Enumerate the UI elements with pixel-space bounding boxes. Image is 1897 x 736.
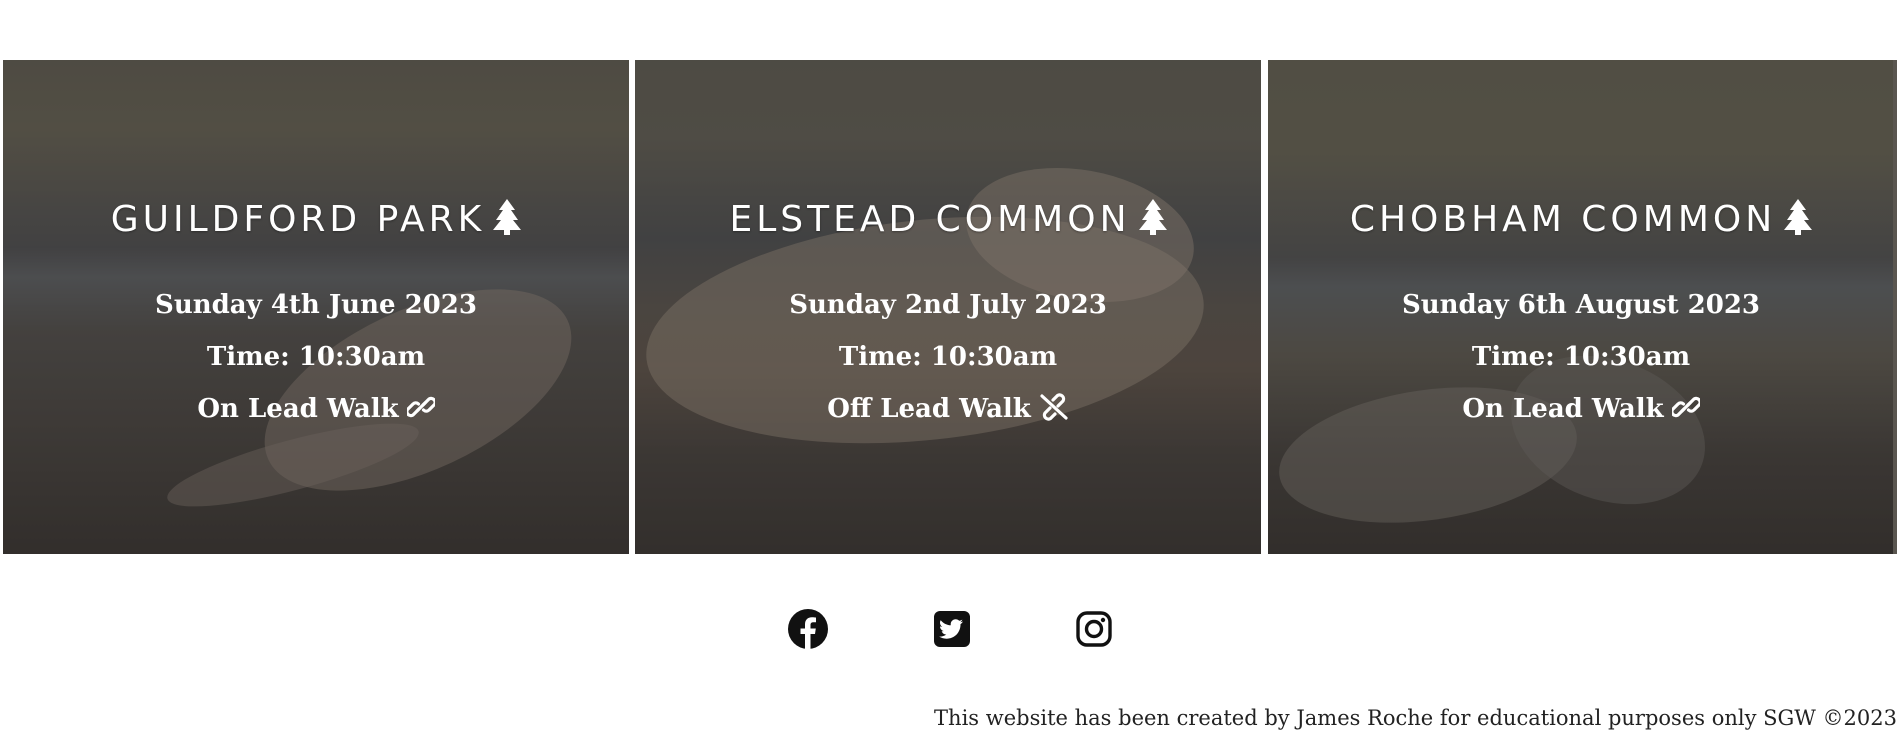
link-icon	[404, 393, 437, 430]
event-walk-type: On Lead Walk	[1268, 392, 1894, 430]
facebook-icon[interactable]	[787, 608, 829, 650]
twitter-icon[interactable]	[931, 608, 973, 650]
card-content: CHOBHAM COMMON Sunday 6th August 2023 Ti…	[1268, 196, 1894, 430]
events-section: GUILDFORD PARK Sunday 4th June 2023 Time…	[3, 60, 1897, 554]
event-date: Sunday 2nd July 2023	[789, 290, 1107, 320]
tree-icon	[1138, 199, 1167, 248]
link-icon	[1669, 393, 1702, 430]
social-links	[0, 608, 1897, 650]
link-slash-icon	[1039, 393, 1069, 430]
card-content: GUILDFORD PARK Sunday 4th June 2023 Time…	[3, 196, 629, 430]
next-card-edge	[1893, 60, 1897, 554]
event-title-text: ELSTEAD COMMON	[729, 199, 1131, 240]
event-title: ELSTEAD COMMON	[635, 196, 1261, 244]
walk-type-text: On Lead Walk	[1462, 394, 1664, 424]
event-time: Time: 10:30am	[838, 342, 1058, 372]
event-title-text: GUILDFORD PARK	[110, 199, 486, 240]
event-title: GUILDFORD PARK	[3, 196, 629, 244]
event-walk-type: Off Lead Walk	[635, 392, 1261, 430]
event-time: Time: 10:30am	[1471, 342, 1691, 372]
walk-type-text: On Lead Walk	[197, 394, 399, 424]
event-time: Time: 10:30am	[206, 342, 426, 372]
event-card-guildford-park: GUILDFORD PARK Sunday 4th June 2023 Time…	[3, 60, 629, 554]
event-card-elstead-common: ELSTEAD COMMON Sunday 2nd July 2023 Time…	[635, 60, 1261, 554]
tree-icon	[1784, 199, 1813, 248]
walk-type-text: Off Lead Walk	[827, 394, 1031, 424]
event-card-chobham-common: CHOBHAM COMMON Sunday 6th August 2023 Ti…	[1268, 60, 1894, 554]
card-content: ELSTEAD COMMON Sunday 2nd July 2023 Time…	[635, 196, 1261, 430]
event-walk-type: On Lead Walk	[3, 392, 629, 430]
event-title: CHOBHAM COMMON	[1268, 196, 1894, 244]
event-date: Sunday 4th June 2023	[155, 290, 477, 320]
tree-icon	[493, 199, 522, 248]
event-title-text: CHOBHAM COMMON	[1349, 199, 1777, 240]
event-date: Sunday 6th August 2023	[1401, 290, 1761, 320]
instagram-icon[interactable]	[1073, 608, 1115, 650]
footer-copyright: This website has been created by James R…	[934, 706, 1897, 730]
